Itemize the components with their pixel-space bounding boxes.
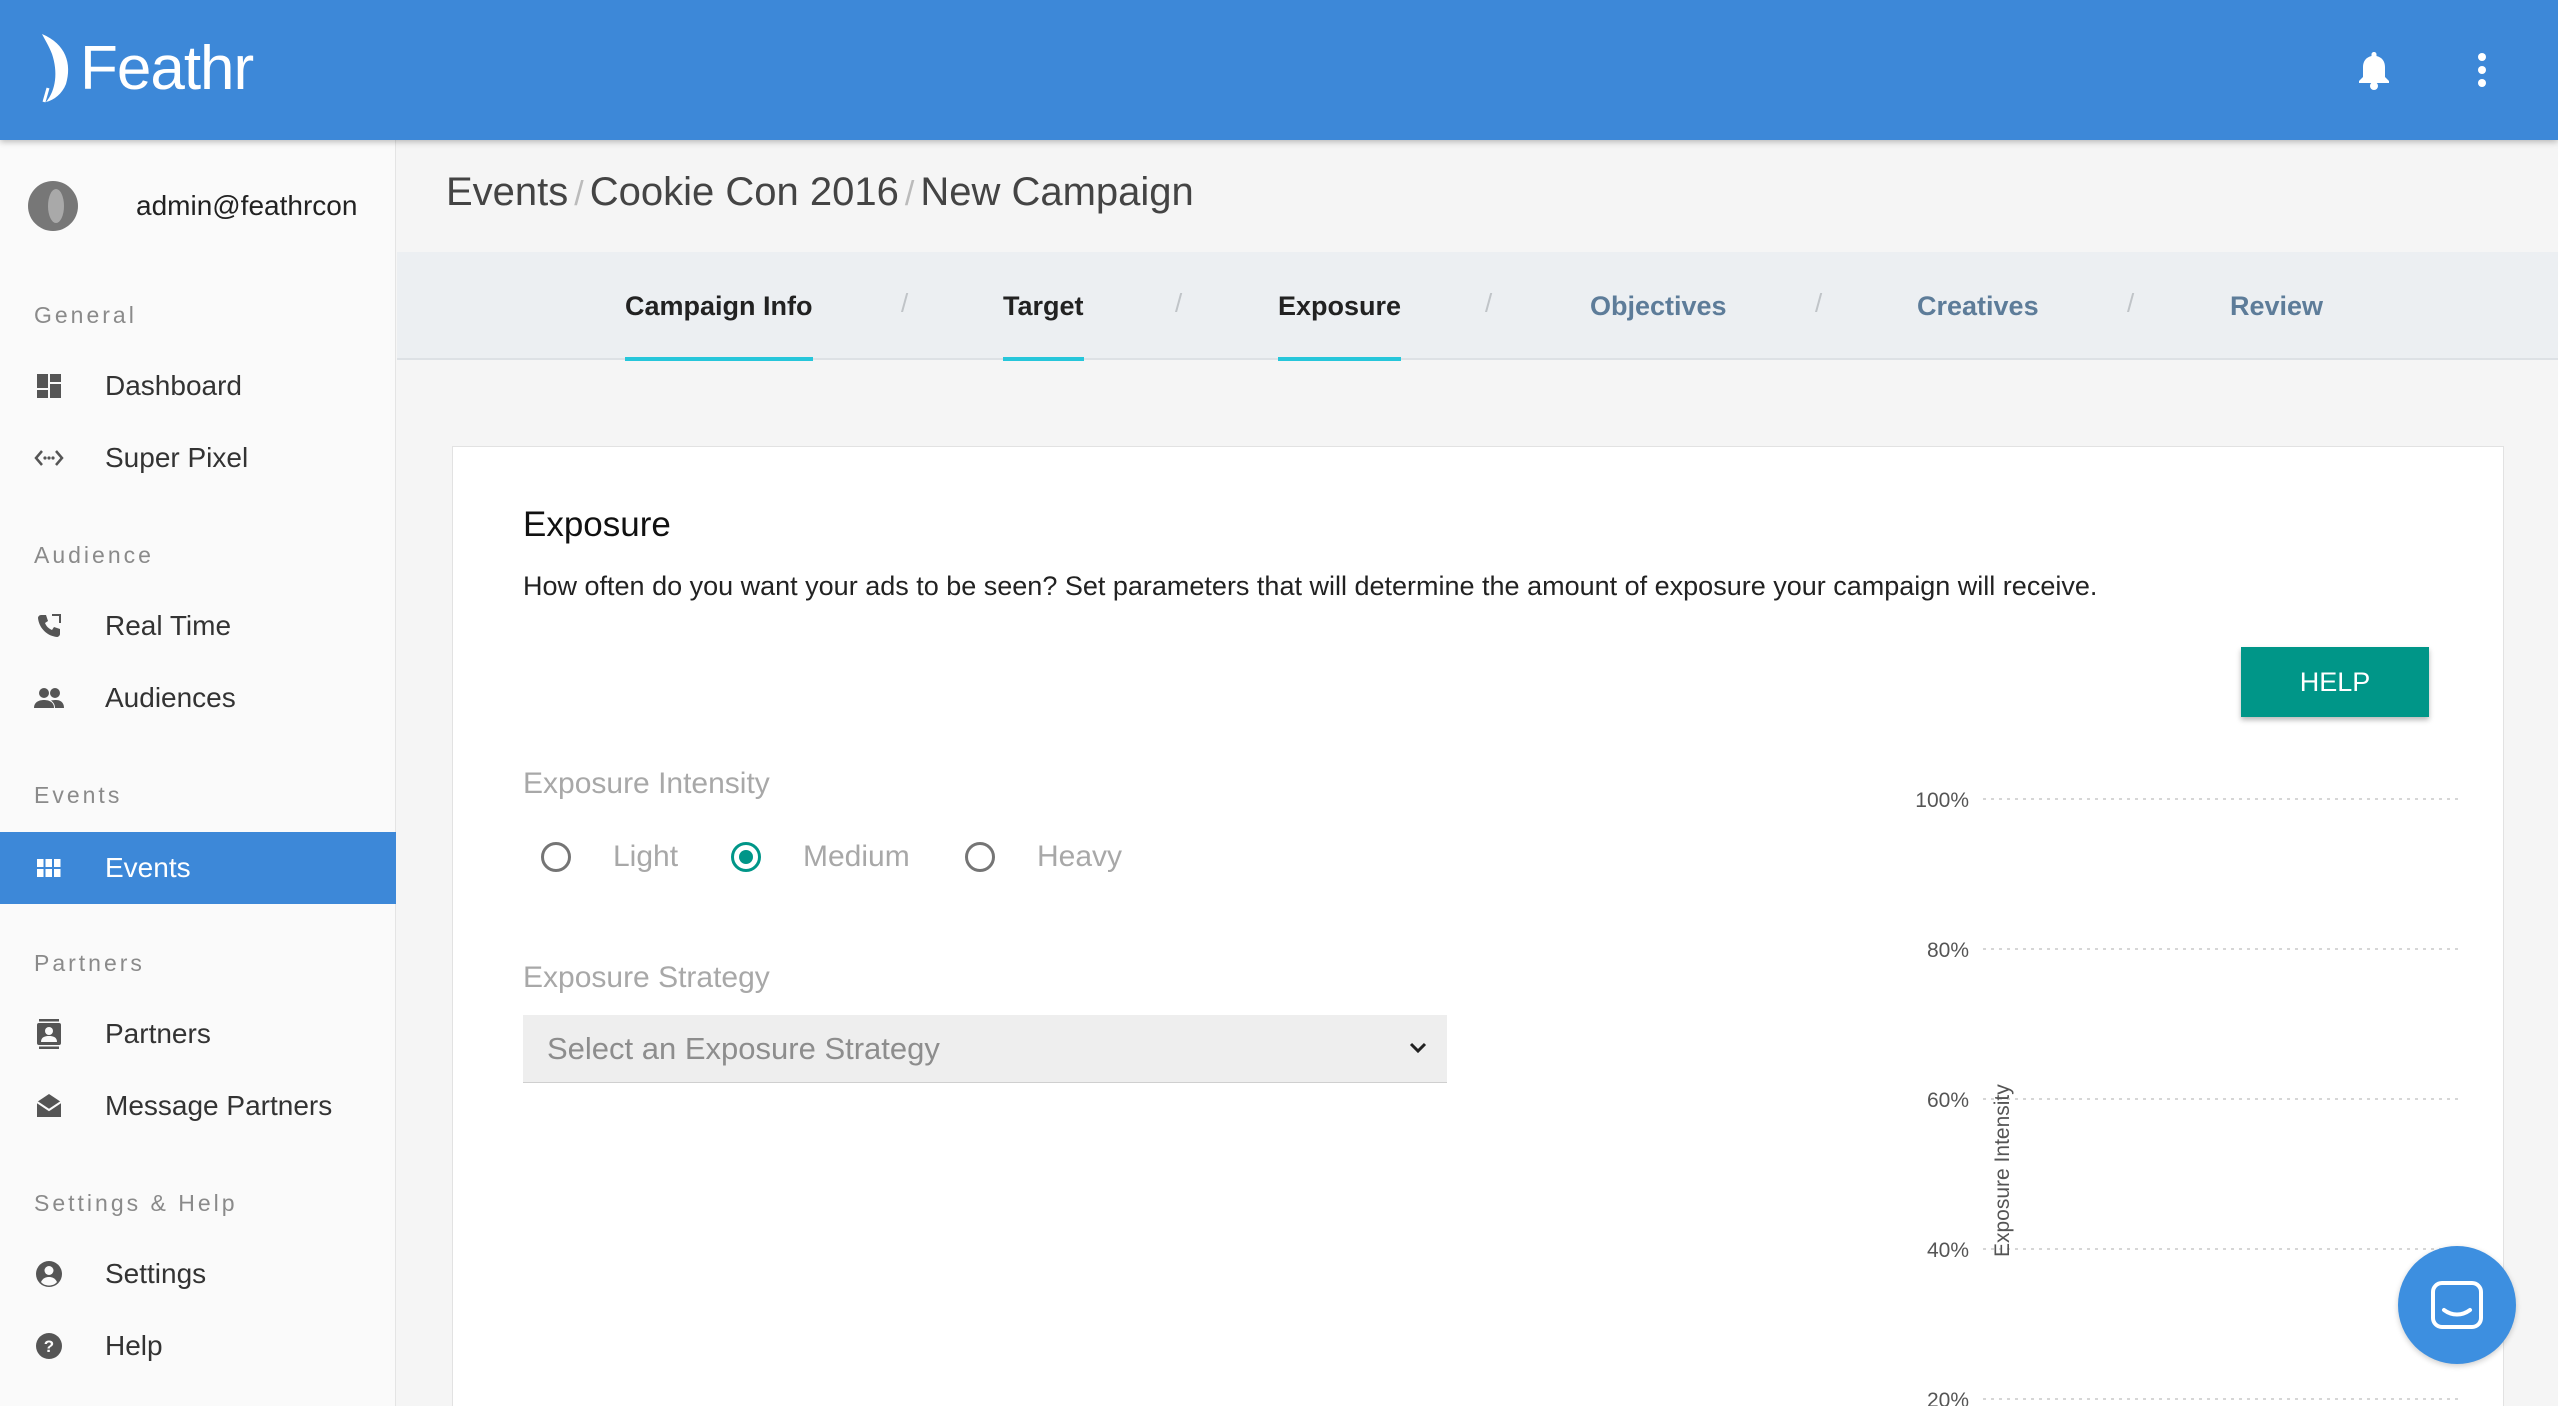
breadcrumb: Events / Cookie Con 2016 / New Campaign bbox=[446, 170, 1194, 215]
section-label-audience: Audience bbox=[34, 542, 154, 568]
tab-separator: / bbox=[2127, 288, 2135, 318]
card-description: How often do you want your ads to be see… bbox=[523, 571, 2098, 601]
chart-ytick-label: 100% bbox=[1915, 789, 1969, 812]
radio-label: Light bbox=[613, 840, 679, 873]
exposure-intensity-label: Exposure Intensity bbox=[523, 767, 770, 800]
sidebar-item-label: Audiences bbox=[105, 682, 236, 713]
chart-ytick-label: 20% bbox=[1927, 1389, 1969, 1406]
tab-separator: / bbox=[1815, 288, 1823, 318]
sidebar: admin@feathrcon General Dashboard Super … bbox=[0, 140, 396, 1406]
sidebar-item-label: Dashboard bbox=[105, 370, 242, 401]
radio-button[interactable] bbox=[541, 842, 571, 872]
tab-separator: / bbox=[1485, 288, 1493, 318]
tab-separator: / bbox=[1175, 288, 1183, 318]
sidebar-item-label: Events bbox=[105, 852, 191, 883]
svg-text:?: ? bbox=[44, 1337, 54, 1356]
radio-heavy[interactable]: Heavy bbox=[965, 837, 1122, 877]
sidebar-item-partners[interactable]: Partners bbox=[0, 998, 396, 1070]
campaign-stepper: Campaign Info / Target / Exposure / Obje… bbox=[397, 252, 2558, 361]
tab-campaign-info[interactable]: Campaign Info bbox=[625, 252, 813, 361]
select-value: Select an Exposure Strategy bbox=[547, 1030, 940, 1066]
section-label-settings-help: Settings & Help bbox=[34, 1190, 238, 1216]
tab-underline bbox=[1003, 357, 1084, 361]
chat-icon bbox=[2431, 1281, 2483, 1329]
tab-review[interactable]: Review bbox=[2230, 252, 2323, 360]
tab-target[interactable]: Target bbox=[1003, 252, 1084, 361]
sidebar-item-label: Message Partners bbox=[105, 1090, 333, 1121]
sidebar-item-settings[interactable]: Settings bbox=[0, 1238, 396, 1310]
section-label-partners: Partners bbox=[34, 950, 145, 976]
chart-ylabel: Exposure Intensity bbox=[1991, 1084, 2014, 1257]
sidebar-item-message-partners[interactable]: Message Partners bbox=[0, 1070, 396, 1142]
sidebar-item-label: Settings bbox=[105, 1258, 207, 1289]
feather-icon bbox=[42, 34, 69, 103]
exposure-chart: 100% 80% 60% 40% 20% Exposure Intensity bbox=[1453, 763, 2483, 1406]
sidebar-item-label: Help bbox=[105, 1330, 163, 1361]
sidebar-item-dashboard[interactable]: Dashboard bbox=[0, 350, 396, 422]
tab-label: Objectives bbox=[1590, 290, 1727, 321]
phone-icon bbox=[34, 611, 64, 641]
user-profile[interactable]: admin@feathrcon bbox=[28, 178, 357, 234]
breadcrumb-item-event[interactable]: Cookie Con 2016 bbox=[590, 170, 899, 215]
help-icon: ? bbox=[34, 1331, 64, 1361]
breadcrumb-separator: / bbox=[904, 175, 915, 213]
tab-creatives[interactable]: Creatives bbox=[1917, 252, 2039, 360]
dashboard-icon bbox=[34, 371, 64, 401]
breadcrumb-separator: / bbox=[574, 175, 584, 213]
radio-label: Medium bbox=[803, 840, 910, 873]
tab-objectives[interactable]: Objectives bbox=[1590, 252, 1727, 360]
sidebar-item-label: Real Time bbox=[105, 610, 232, 641]
tab-exposure[interactable]: Exposure bbox=[1278, 252, 1402, 361]
radio-label: Heavy bbox=[1037, 840, 1123, 873]
avatar bbox=[28, 181, 78, 231]
section-label-events: Events bbox=[34, 782, 123, 808]
exposure-card: Exposure How often do you want your ads … bbox=[452, 446, 2504, 1406]
sidebar-item-real-time[interactable]: Real Time bbox=[0, 590, 396, 662]
breadcrumb-item-current: New Campaign bbox=[920, 170, 1194, 214]
breadcrumb-item-events[interactable]: Events bbox=[446, 170, 568, 215]
tab-underline bbox=[625, 357, 813, 361]
sidebar-item-super-pixel[interactable]: Super Pixel bbox=[0, 422, 396, 494]
help-button[interactable]: HELP bbox=[2241, 647, 2429, 717]
feathr-logo[interactable]: Feathr bbox=[36, 28, 254, 108]
user-email: admin@feathrcon bbox=[136, 190, 358, 221]
grid-icon bbox=[34, 853, 64, 883]
chevron-down-icon bbox=[1403, 1033, 1433, 1063]
app-header: Feathr bbox=[0, 0, 2558, 140]
radio-button[interactable] bbox=[965, 842, 995, 872]
radio-light[interactable]: Light bbox=[541, 837, 678, 877]
account-icon bbox=[34, 1259, 64, 1289]
card-title: Exposure bbox=[523, 505, 671, 544]
mail-icon bbox=[34, 1091, 64, 1121]
chart-svg: 100% 80% 60% 40% 20% bbox=[1915, 789, 2459, 1406]
exposure-strategy-select[interactable]: Select an Exposure Strategy bbox=[523, 1015, 1447, 1083]
tab-label: Creatives bbox=[1917, 290, 2039, 321]
tab-label: Exposure bbox=[1278, 290, 1402, 321]
tab-underline bbox=[1278, 357, 1402, 361]
exposure-strategy-label: Exposure Strategy bbox=[523, 961, 770, 994]
more-options-icon[interactable] bbox=[2452, 40, 2512, 100]
app-name: Feathr bbox=[80, 33, 254, 103]
code-icon bbox=[34, 443, 64, 473]
tab-label: Target bbox=[1003, 290, 1084, 321]
chart-ytick-label: 60% bbox=[1927, 1089, 1969, 1112]
sidebar-item-help[interactable]: ? Help bbox=[0, 1310, 396, 1382]
sidebar-item-label: Partners bbox=[105, 1018, 211, 1049]
notifications-bell-icon[interactable] bbox=[2344, 40, 2404, 100]
chat-launcher[interactable] bbox=[2398, 1246, 2516, 1364]
sidebar-item-audiences[interactable]: Audiences bbox=[0, 662, 396, 734]
sidebar-item-events[interactable]: Events bbox=[0, 832, 396, 904]
radio-button-checked[interactable] bbox=[731, 842, 761, 872]
chart-ytick-label: 80% bbox=[1927, 939, 1969, 962]
tab-separator: / bbox=[901, 288, 909, 318]
sidebar-item-label: Super Pixel bbox=[105, 442, 249, 473]
tab-label: Campaign Info bbox=[625, 290, 813, 321]
people-icon bbox=[34, 683, 64, 713]
chart-ytick-label: 40% bbox=[1927, 1239, 1969, 1262]
radio-medium[interactable]: Medium bbox=[731, 837, 910, 877]
tab-label: Review bbox=[2230, 290, 2324, 321]
section-label-general: General bbox=[34, 302, 137, 328]
contact-icon bbox=[34, 1019, 64, 1049]
